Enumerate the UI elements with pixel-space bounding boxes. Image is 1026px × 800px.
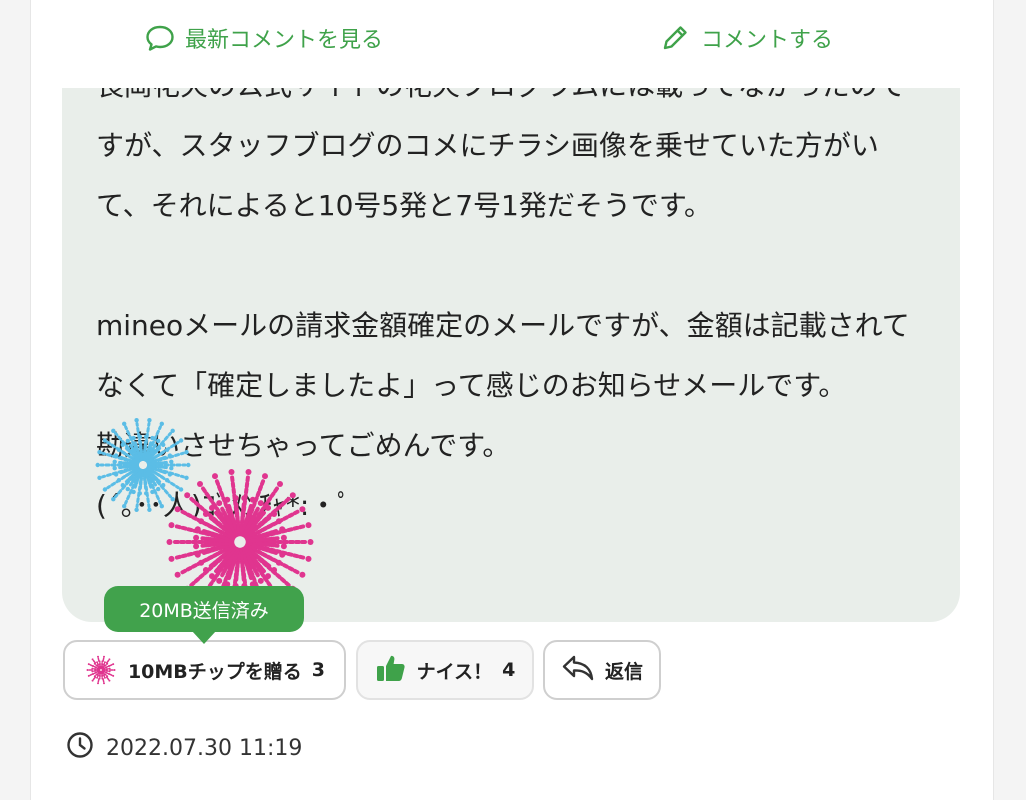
latest-comments-link[interactable]: 最新コメントを見る <box>145 22 383 54</box>
send-chip-count: 3 <box>311 659 326 681</box>
send-chip-button[interactable]: 10MBチップを贈る 3 <box>63 640 346 700</box>
clock-icon <box>66 731 94 765</box>
firework-chip-icon <box>86 655 116 685</box>
nice-button[interactable]: ナイス！ 4 <box>356 640 534 700</box>
chip-sent-label: 20MB送信済み <box>139 599 269 622</box>
nice-count: 4 <box>502 659 516 681</box>
reply-button[interactable]: 返信 <box>543 640 661 700</box>
latest-comments-label: 最新コメントを見る <box>185 28 384 53</box>
thumbs-up-icon <box>375 652 407 689</box>
chip-sent-tooltip: 20MB送信済み <box>104 586 304 644</box>
nice-label: ナイス！ <box>416 660 493 683</box>
posted-date: 2022.07.30 11:19 <box>66 732 302 764</box>
pencil-icon <box>659 22 691 54</box>
write-comment-label: コメントする <box>701 28 834 53</box>
send-chip-label: 10MBチップを贈る <box>127 660 302 683</box>
comment-bubble: 長岡花火の公式サイトの花火プログラムには載ってなかったのですが、スタッフブログの… <box>62 88 960 622</box>
speech-bubble-icon <box>145 24 175 52</box>
write-comment-link[interactable]: コメントする <box>659 22 833 54</box>
posted-timestamp: 2022.07.30 11:19 <box>106 735 303 761</box>
comment-body: 長岡花火の公式サイトの花火プログラムには載ってなかったのですが、スタッフブログの… <box>96 88 910 522</box>
reply-arrow-icon <box>561 653 595 688</box>
reply-label: 返信 <box>604 660 643 683</box>
